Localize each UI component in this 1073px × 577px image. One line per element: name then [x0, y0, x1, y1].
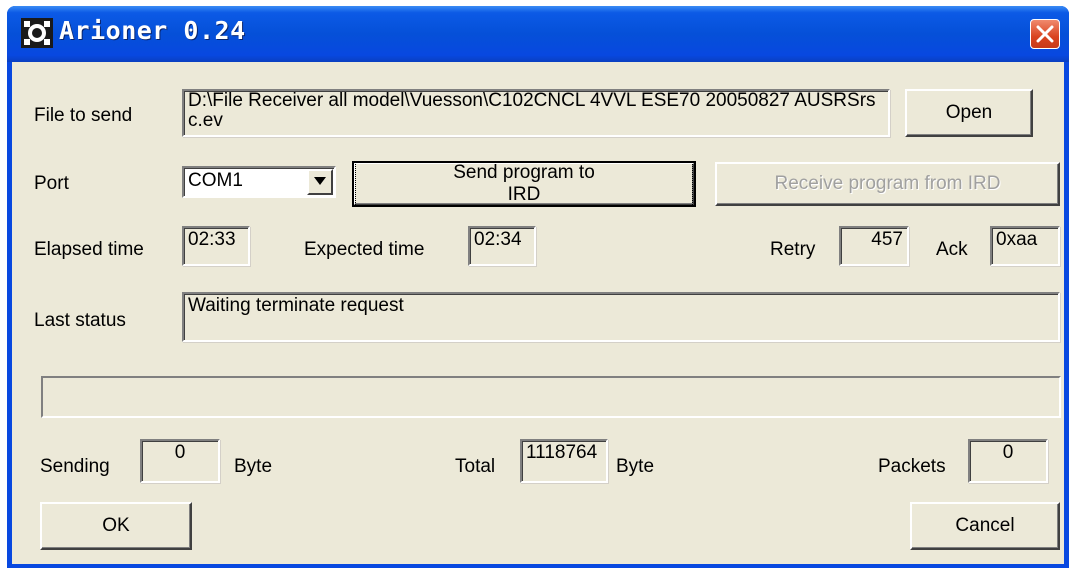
open-button[interactable]: Open	[905, 89, 1033, 137]
file-path-field[interactable]: D:\File Receiver all model\Vuesson\C102C…	[182, 89, 890, 137]
retry-value: 457	[839, 226, 909, 266]
arioner-app-icon	[21, 18, 53, 48]
last-status-label: Last status	[34, 310, 126, 331]
title-bar[interactable]: Arioner 0.24	[7, 6, 1069, 62]
port-select-value: COM1	[188, 170, 243, 191]
ack-value: 0xaa	[990, 226, 1060, 266]
cancel-button[interactable]: Cancel	[910, 502, 1060, 550]
last-status-field: Waiting terminate request	[182, 292, 1060, 342]
elapsed-time-label: Elapsed time	[34, 239, 144, 260]
receive-program-button[interactable]: Receive program from IRD	[715, 162, 1060, 206]
expected-time-value: 02:34	[468, 226, 536, 266]
port-dropdown-button[interactable]	[307, 169, 333, 195]
dialog-client-area: File to send D:\File Receiver all model\…	[12, 62, 1064, 564]
dialog-window: Arioner 0.24 File to send D:\File Receiv…	[7, 6, 1069, 568]
sending-unit: Byte	[234, 456, 273, 477]
total-value: 1118764	[520, 439, 608, 483]
ack-label: Ack	[936, 239, 968, 260]
close-button[interactable]	[1030, 19, 1060, 49]
port-label: Port	[34, 173, 69, 194]
sending-label: Sending	[40, 456, 110, 477]
file-to-send-label: File to send	[34, 105, 133, 126]
chevron-down-icon	[314, 177, 326, 185]
retry-label: Retry	[770, 239, 816, 260]
total-label: Total	[455, 456, 496, 477]
expected-time-label: Expected time	[304, 239, 425, 260]
port-select[interactable]: COM1	[182, 166, 336, 198]
close-icon	[1036, 25, 1054, 43]
packets-label: Packets	[878, 456, 946, 477]
send-program-button[interactable]: Send program to IRD	[352, 161, 696, 207]
transfer-progress-bar	[41, 376, 1061, 418]
sending-value: 0	[140, 439, 220, 483]
ok-button[interactable]: OK	[40, 502, 192, 550]
elapsed-time-value: 02:33	[182, 226, 250, 266]
window-title: Arioner 0.24	[59, 16, 246, 45]
total-unit: Byte	[616, 456, 655, 477]
send-program-label: Send program to IRD	[355, 161, 693, 207]
packets-value: 0	[968, 439, 1048, 483]
